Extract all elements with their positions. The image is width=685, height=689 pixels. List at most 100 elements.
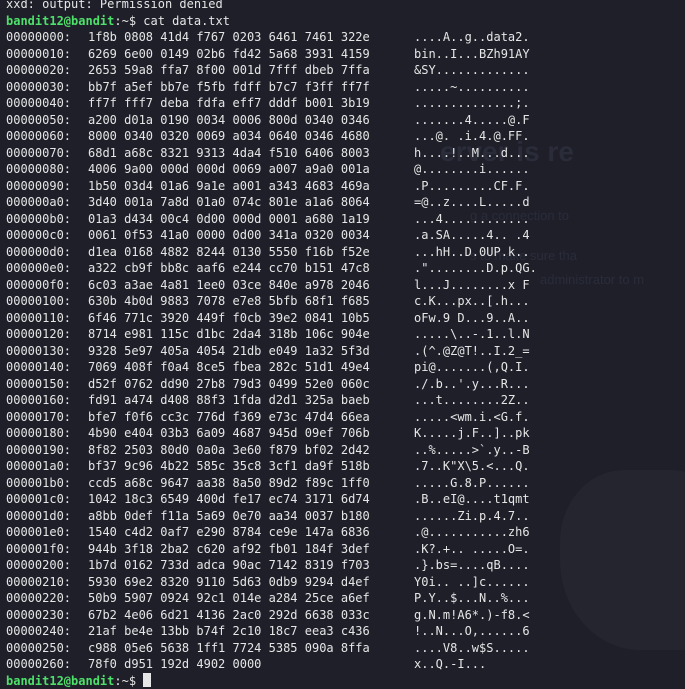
hex-dump-row: 000001f0:944b 3f18 2ba2 c620 af92 fb01 1… (0, 541, 685, 558)
hex-row-addr: 00000200: (6, 557, 88, 574)
hex-row-addr: 00000150: (6, 376, 88, 393)
terminal-window[interactable]: xxd: output: Permission denied bandit12@… (0, 0, 685, 689)
hex-row-ascii: ...hH..D.0UP.k.. (414, 244, 564, 261)
hex-row-hex: fd91 a474 d408 88f3 1fda d2d1 325a baeb (88, 392, 414, 409)
hex-row-ascii: .}.bs=....qB.... (414, 557, 564, 574)
hex-dump-row: 00000060:8000 0340 0320 0069 a034 0640 0… (0, 128, 685, 145)
hex-row-addr: 00000190: (6, 442, 88, 459)
hex-row-addr: 00000180: (6, 425, 88, 442)
hex-dump-row: 00000220:50b9 5907 0924 92c1 014e a284 2… (0, 590, 685, 607)
hex-row-addr: 00000130: (6, 343, 88, 360)
hex-dump-row: 00000150:d52f 0762 dd90 27b8 79d3 0499 5… (0, 376, 685, 393)
hex-dump-row: 00000200:1b7d 0162 733d adca 90ac 7142 8… (0, 557, 685, 574)
hex-row-addr: 00000100: (6, 293, 88, 310)
hex-row-hex: 9328 5e97 405a 4054 21db e049 1a32 5f3d (88, 343, 414, 360)
hex-row-ascii: pi@.......(,Q.I. (414, 359, 564, 376)
hex-row-addr: 00000000: (6, 29, 88, 46)
hex-row-addr: 00000020: (6, 62, 88, 79)
hex-row-addr: 00000120: (6, 326, 88, 343)
hex-dump-row: 00000110:6f46 771c 3920 449f f0cb 39e2 0… (0, 310, 685, 327)
hex-row-addr: 00000070: (6, 145, 88, 162)
hex-row-ascii: ....A..g..data2. (414, 29, 564, 46)
hex-row-hex: a8bb 0def f11a 5a69 0e70 aa34 0037 b180 (88, 508, 414, 525)
hex-row-hex: ff7f fff7 deba fdfa eff7 dddf b001 3b19 (88, 95, 414, 112)
hex-row-hex: 1540 c4d2 0af7 e290 8784 ce9e 147a 6836 (88, 524, 414, 541)
hex-row-ascii: .a.SA.....4.. .4 (414, 227, 564, 244)
hex-row-hex: 8f82 2503 80d0 0a0a 3e60 f879 bf02 2d42 (88, 442, 414, 459)
hex-dump-row: 00000140:7069 408f f0a4 8ce5 fbea 282c 5… (0, 359, 685, 376)
hex-dump-row: 00000130:9328 5e97 405a 4054 21db e049 1… (0, 343, 685, 360)
hex-row-ascii: ......Zi.p.4.7.. (414, 508, 564, 525)
hex-row-hex: a322 cb9f bb8c aaf6 e244 cc70 b151 47c8 (88, 260, 414, 277)
hex-row-ascii: ..............;. (414, 95, 564, 112)
hex-row-hex: 78f0 d951 192d 4902 0000 (88, 656, 414, 673)
hex-row-ascii: .......4.....@.F (414, 112, 564, 129)
hex-row-hex: 6269 6e00 0149 02b6 fd42 5a68 3931 4159 (88, 46, 414, 63)
hex-row-addr: 00000080: (6, 161, 88, 178)
terminal-cursor[interactable] (143, 673, 151, 687)
hex-row-hex: 1b7d 0162 733d adca 90ac 7142 8319 f703 (88, 557, 414, 574)
hex-row-hex: 67b2 4e06 6d21 4136 2ac0 292d 6638 033c (88, 607, 414, 624)
hex-row-hex: 6c03 a3ae 4a81 1ee0 03ce 840e a978 2046 (88, 277, 414, 294)
hex-row-hex: 0061 0f53 41a0 0000 0d00 341a 0320 0034 (88, 227, 414, 244)
hex-row-addr: 00000090: (6, 178, 88, 195)
hex-dump-row: 00000210:5930 69e2 8320 9110 5d63 0db9 9… (0, 574, 685, 591)
command-text: cat data.txt (143, 14, 230, 28)
hex-row-hex: 2653 59a8 ffa7 8f00 001d 7fff dbeb 7ffa (88, 62, 414, 79)
error-line: xxd: output: Permission denied (0, 0, 685, 13)
hex-dump-row: 000001d0:a8bb 0def f11a 5a69 0e70 aa34 0… (0, 508, 685, 525)
hex-row-hex: bfe7 f0f6 cc3c 776d f369 e73c 47d4 66ea (88, 409, 414, 426)
hex-row-ascii: h....!..M...d... (414, 145, 564, 162)
hex-dump-row: 00000180:4b90 e404 03b3 6a09 4687 945d 0… (0, 425, 685, 442)
hex-dump-row: 00000120:8714 e981 115c d1bc 2da4 318b 1… (0, 326, 685, 343)
hex-row-ascii: c.K...px..[.h... (414, 293, 564, 310)
hex-row-hex: 5930 69e2 8320 9110 5d63 0db9 9294 d4ef (88, 574, 414, 591)
hex-row-addr: 000001a0: (6, 458, 88, 475)
hex-row-ascii: .(^.@Z@T!..I.2_= (414, 343, 564, 360)
hex-row-hex: bb7f a5ef bb7e f5fb fdff b7c7 f3ff ff7f (88, 79, 414, 96)
hex-row-ascii: .....G.8.P...... (414, 475, 564, 492)
hex-dump-row: 00000240:21af be4e 13bb b74f 2c10 18c7 e… (0, 623, 685, 640)
hex-dump-row: 000000d0:d1ea 0168 4882 8244 0130 5550 f… (0, 244, 685, 261)
hex-row-ascii: ....V8..w$S..... (414, 640, 564, 657)
hex-row-addr: 00000060: (6, 128, 88, 145)
hex-row-hex: d52f 0762 dd90 27b8 79d3 0499 52e0 060c (88, 376, 414, 393)
hex-row-addr: 00000110: (6, 310, 88, 327)
hex-row-ascii: ."........D.p.QG. (414, 260, 564, 277)
hex-row-addr: 000000a0: (6, 194, 88, 211)
hex-dump-row: 000000e0:a322 cb9f bb8c aaf6 e244 cc70 b… (0, 260, 685, 277)
hex-row-addr: 00000170: (6, 409, 88, 426)
hex-row-hex: 50b9 5907 0924 92c1 014e a284 25ce a6ef (88, 590, 414, 607)
prompt-user: bandit12@bandit (6, 14, 114, 28)
hex-dump-row: 00000230:67b2 4e06 6d21 4136 2ac0 292d 6… (0, 607, 685, 624)
hex-row-addr: 000001b0: (6, 475, 88, 492)
hex-dump-row: 000001e0:1540 c4d2 0af7 e290 8784 ce9e 1… (0, 524, 685, 541)
hex-row-ascii: P.Y..$...N..%... (414, 590, 564, 607)
hex-row-hex: ccd5 a68c 9647 aa38 8a50 89d2 f89c 1ff0 (88, 475, 414, 492)
hex-row-ascii: ...t........2Z.. (414, 392, 564, 409)
active-prompt-line[interactable]: bandit12@bandit:~$ (0, 673, 685, 689)
hex-row-addr: 000001f0: (6, 541, 88, 558)
hex-row-addr: 00000230: (6, 607, 88, 624)
hex-row-ascii: &SY............. (414, 62, 564, 79)
hex-row-ascii: ...@. .i.4.@.FF. (414, 128, 564, 145)
hex-dump-row: 000001c0:1042 18c3 6549 400d fe17 ec74 3… (0, 491, 685, 508)
hex-dump-row: 00000050:a200 d01a 0190 0034 0006 800d 0… (0, 112, 685, 129)
hex-dump: 00000000:1f8b 0808 41d4 f767 0203 6461 7… (0, 29, 685, 673)
hex-dump-row: 00000040:ff7f fff7 deba fdfa eff7 dddf b… (0, 95, 685, 112)
hex-dump-row: 00000260:78f0 d951 192d 4902 0000x..Q.-I… (0, 656, 685, 673)
hex-dump-row: 000000b0:01a3 d434 00c4 0d00 000d 0001 a… (0, 211, 685, 228)
hex-dump-row: 00000070:68d1 a68c 8321 9313 4da4 f510 6… (0, 145, 685, 162)
hex-dump-row: 00000020:2653 59a8 ffa7 8f00 001d 7fff d… (0, 62, 685, 79)
hex-dump-row: 000001b0:ccd5 a68c 9647 aa38 8a50 89d2 f… (0, 475, 685, 492)
hex-row-addr: 000000e0: (6, 260, 88, 277)
hex-dump-row: 000000f0:6c03 a3ae 4a81 1ee0 03ce 840e a… (0, 277, 685, 294)
hex-row-hex: 4b90 e404 03b3 6a09 4687 945d 09ef 706b (88, 425, 414, 442)
hex-row-hex: 8714 e981 115c d1bc 2da4 318b 106c 904e (88, 326, 414, 343)
hex-dump-row: 000001a0:bf37 9c96 4b22 585c 35c8 3cf1 d… (0, 458, 685, 475)
hex-row-hex: 21af be4e 13bb b74f 2c10 18c7 eea3 c436 (88, 623, 414, 640)
hex-dump-row: 00000190:8f82 2503 80d0 0a0a 3e60 f879 b… (0, 442, 685, 459)
hex-row-addr: 00000160: (6, 392, 88, 409)
hex-row-hex: 6f46 771c 3920 449f f0cb 39e2 0841 10b5 (88, 310, 414, 327)
hex-row-hex: 4006 9a00 000d 000d 0069 a007 a9a0 001a (88, 161, 414, 178)
